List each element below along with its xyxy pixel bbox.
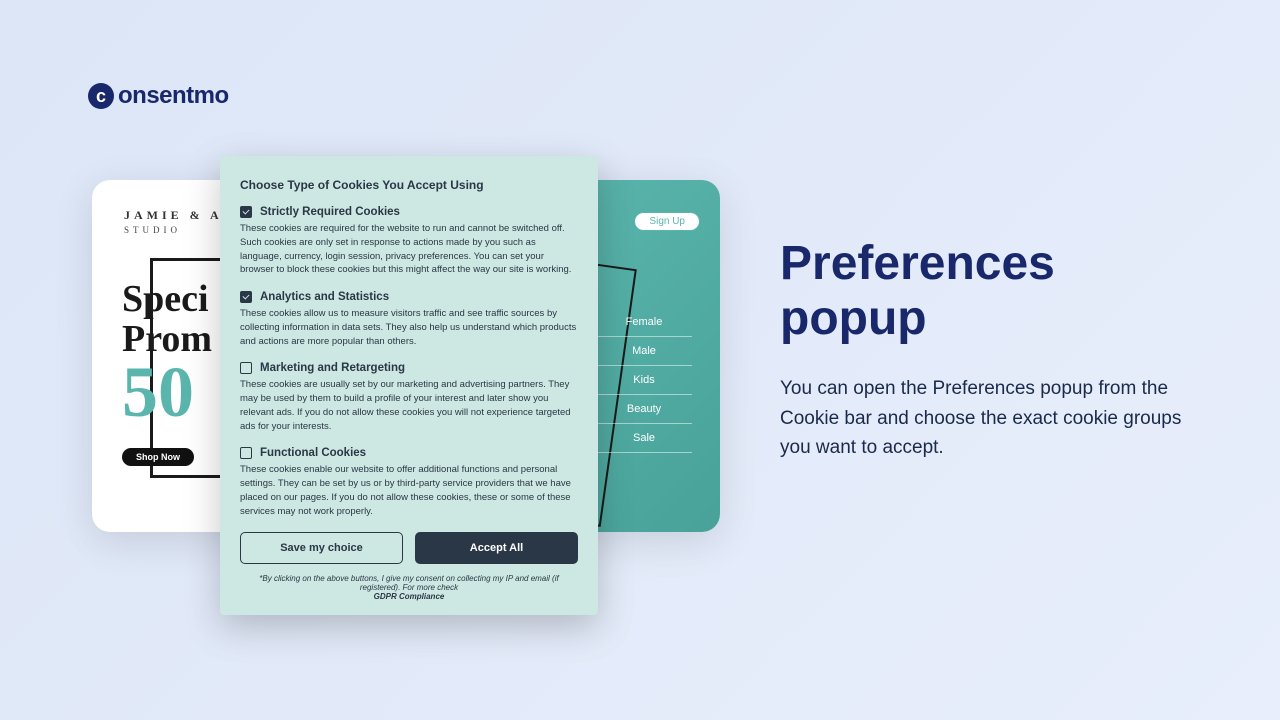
cookie-group: Analytics and Statistics These cookies a… <box>240 291 578 348</box>
brand-logo: c onsentmo <box>88 82 229 110</box>
cookie-group-name: Marketing and Retargeting <box>260 362 405 374</box>
cookie-group-name: Analytics and Statistics <box>260 291 389 303</box>
popup-footnote: *By clicking on the above buttons, I giv… <box>240 574 578 601</box>
mockup-stage: JAMIE & AN STUDIO Speci Prom 50 Shop Now… <box>92 180 720 630</box>
cookie-group: Strictly Required Cookies These cookies … <box>240 206 578 277</box>
cookie-group-name: Strictly Required Cookies <box>260 206 400 218</box>
category-list: Female Male Kids Beauty Sale <box>596 308 692 453</box>
feature-desc: You can open the Preferences popup from … <box>780 374 1200 462</box>
category-item[interactable]: Beauty <box>596 395 692 424</box>
feature-title: Preferences popup <box>780 236 1200 346</box>
promo-line: Speci <box>122 280 212 320</box>
category-item[interactable]: Kids <box>596 366 692 395</box>
sign-up-button[interactable]: Sign Up <box>634 212 700 231</box>
checkbox-icon[interactable] <box>240 291 252 303</box>
cookie-group-desc: These cookies are required for the websi… <box>240 222 578 277</box>
shop-now-button[interactable]: Shop Now <box>122 448 194 466</box>
category-item[interactable]: Male <box>596 337 692 366</box>
checkbox-icon[interactable] <box>240 206 252 218</box>
popup-title: Choose Type of Cookies You Accept Using <box>240 178 578 192</box>
checkbox-icon[interactable] <box>240 362 252 374</box>
cookie-group-desc: These cookies allow us to measure visito… <box>240 307 578 348</box>
checkbox-icon[interactable] <box>240 447 252 459</box>
logo-mark-icon: c <box>88 83 114 109</box>
logo-wordmark: onsentmo <box>118 82 229 110</box>
category-item[interactable]: Female <box>596 308 692 337</box>
cookie-group: Functional Cookies These cookies enable … <box>240 447 578 518</box>
cookie-group-desc: These cookies are usually set by our mar… <box>240 378 578 433</box>
preferences-popup: Choose Type of Cookies You Accept Using … <box>220 156 598 615</box>
feature-callout: Preferences popup You can open the Prefe… <box>780 236 1200 463</box>
accept-all-button[interactable]: Accept All <box>415 532 578 564</box>
promo-block: Speci Prom 50 <box>122 280 212 425</box>
cookie-group-name: Functional Cookies <box>260 447 366 459</box>
gdpr-link[interactable]: GDPR Compliance <box>374 592 445 601</box>
promo-discount: 50 <box>122 360 212 425</box>
save-choice-button[interactable]: Save my choice <box>240 532 403 564</box>
cookie-group-desc: These cookies enable our website to offe… <box>240 463 578 518</box>
cookie-group: Marketing and Retargeting These cookies … <box>240 362 578 433</box>
category-item[interactable]: Sale <box>596 424 692 453</box>
